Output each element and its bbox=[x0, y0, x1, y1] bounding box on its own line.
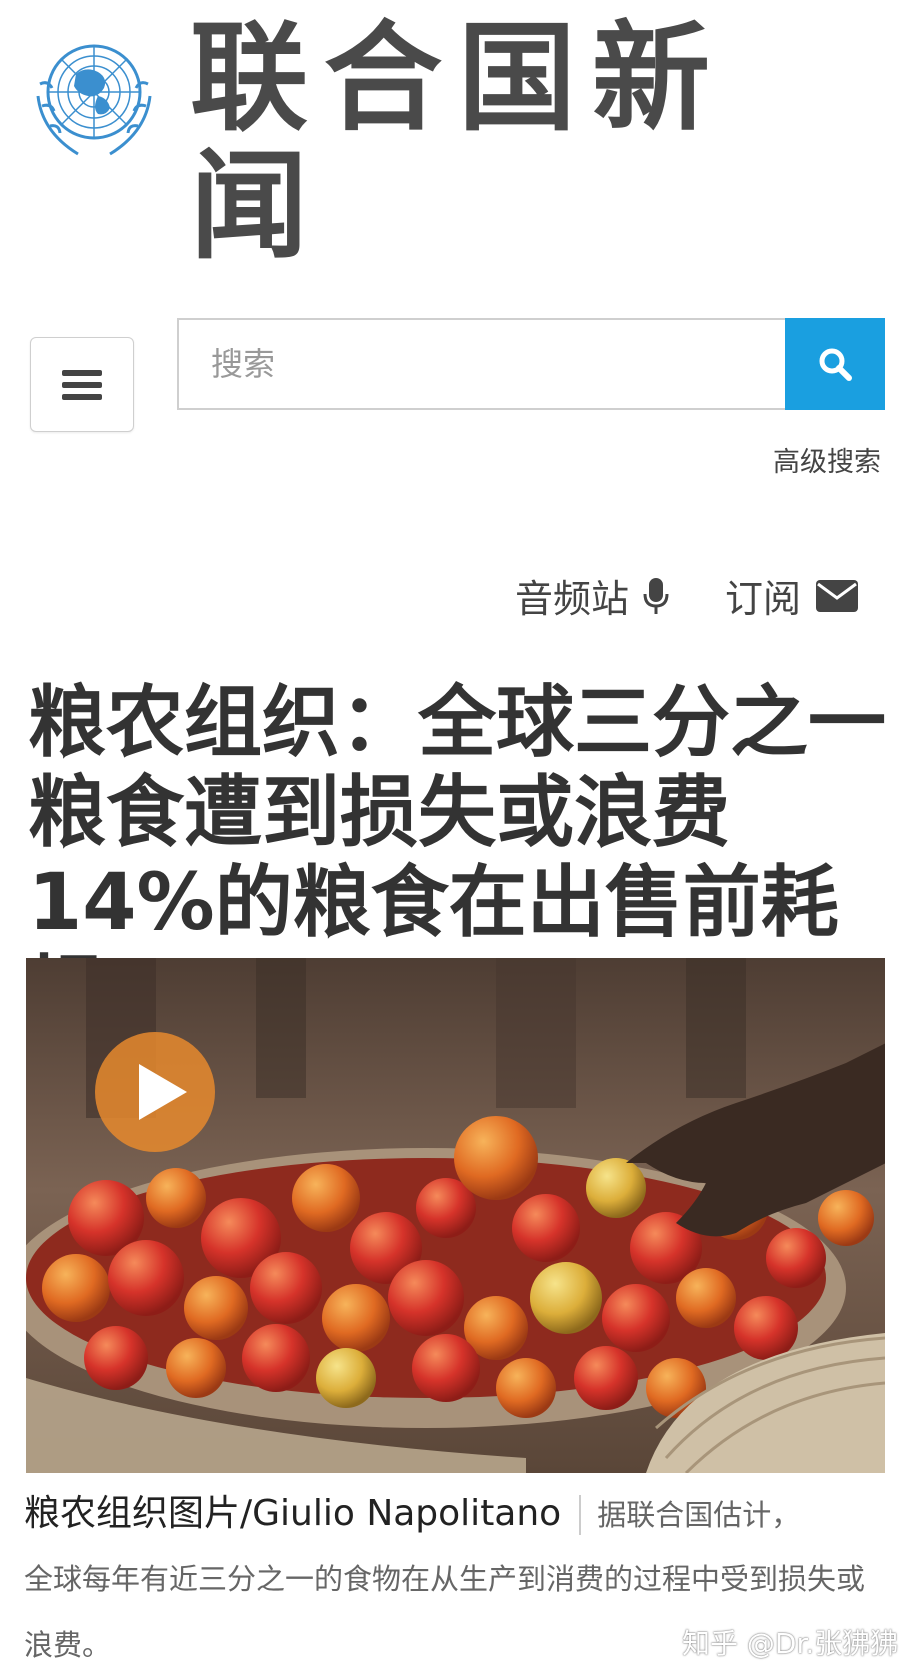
subscribe-label: 订阅 bbox=[725, 577, 802, 621]
menu-button[interactable] bbox=[30, 337, 134, 432]
subscribe-link[interactable]: 订阅 bbox=[725, 568, 859, 623]
microphone-icon bbox=[643, 577, 669, 614]
search-box bbox=[177, 318, 885, 410]
watermark: 知乎 @Dr.张狒狒 bbox=[682, 1627, 899, 1660]
audio-link[interactable]: 音频站 bbox=[515, 568, 669, 623]
site-title[interactable]: 联合国新闻 bbox=[190, 14, 750, 270]
hamburger-menu-icon bbox=[62, 364, 102, 406]
advanced-search-link[interactable]: 高级搜索 bbox=[773, 440, 881, 479]
search-input[interactable] bbox=[179, 320, 784, 408]
envelope-icon bbox=[816, 579, 859, 612]
article-hero-video[interactable] bbox=[26, 958, 885, 1473]
image-caption-row: 粮农组织图片/Giulio Napolitano 据联合国估计， bbox=[24, 1484, 886, 1536]
image-credit: 粮农组织图片/Giulio Napolitano bbox=[24, 1493, 562, 1534]
search-icon bbox=[819, 348, 852, 381]
play-button-icon[interactable] bbox=[93, 1030, 217, 1154]
un-emblem-icon bbox=[36, 44, 152, 156]
divider bbox=[579, 1495, 582, 1535]
article-body-lead: 据联合国估计， bbox=[597, 1498, 801, 1532]
audio-label: 音频站 bbox=[515, 577, 630, 621]
search-button[interactable] bbox=[785, 318, 885, 410]
